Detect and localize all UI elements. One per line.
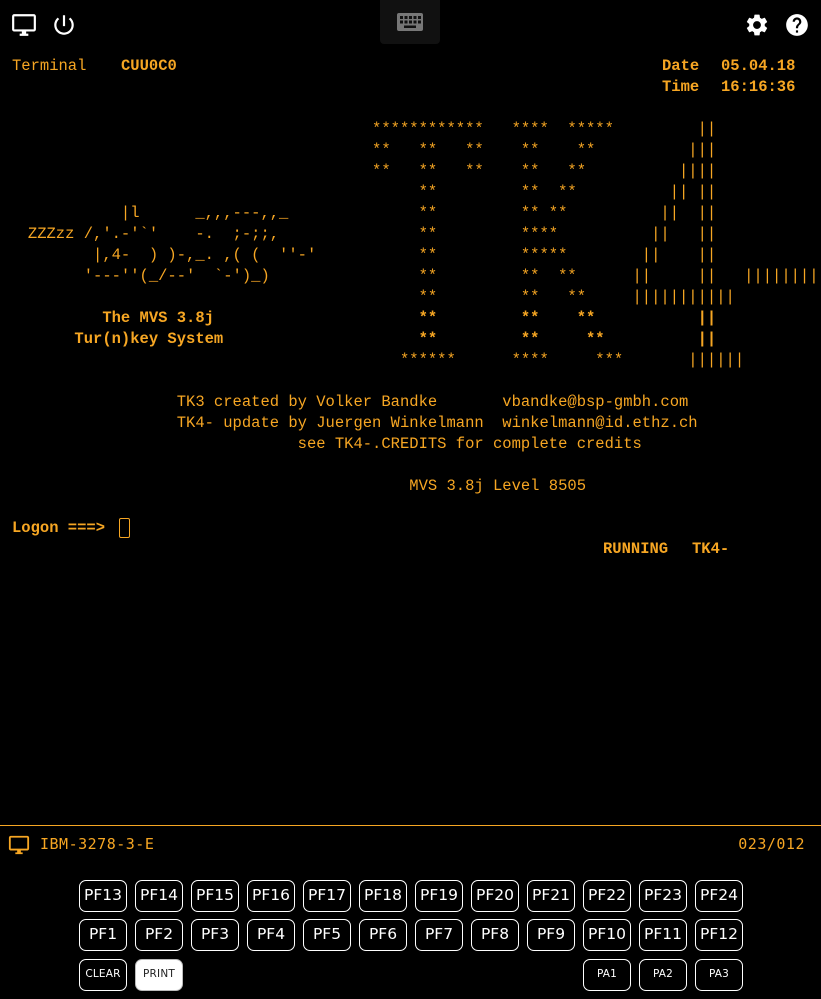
credit-line: see TK4-.CREDITS for complete credits bbox=[0, 435, 642, 453]
pf23-key[interactable]: PF23 bbox=[639, 880, 687, 912]
banner-line: |,4- ) )-,_. ,( ( ''-' ** ***** || || bbox=[0, 246, 717, 264]
pf6-key[interactable]: PF6 bbox=[359, 919, 407, 951]
logon-prompt: Logon ===> bbox=[12, 519, 106, 537]
time-value: 16:16:36 bbox=[721, 78, 796, 96]
pa1-key[interactable]: PA1 bbox=[583, 959, 631, 991]
terminal-model: IBM-3278-3-E bbox=[40, 835, 155, 853]
credit-line: TK3 created by Volker Bandke vbandke@bsp… bbox=[0, 393, 689, 411]
logon-input-cursor[interactable] bbox=[119, 518, 130, 538]
pf2-key[interactable]: PF2 bbox=[135, 919, 183, 951]
terminal-screen[interactable]: Terminal CUU0C0 Date 05.04.18 Time 16:16… bbox=[0, 48, 821, 825]
pa3-key[interactable]: PA3 bbox=[695, 959, 743, 991]
pa2-key[interactable]: PA2 bbox=[639, 959, 687, 991]
pf21-key[interactable]: PF21 bbox=[527, 880, 575, 912]
terminal-id: CUU0C0 bbox=[121, 57, 177, 75]
keyboard-icon bbox=[397, 13, 423, 31]
pf12-key[interactable]: PF12 bbox=[695, 919, 743, 951]
pf10-key[interactable]: PF10 bbox=[583, 919, 631, 951]
gear-icon[interactable] bbox=[744, 12, 770, 38]
monitor-icon bbox=[7, 834, 31, 860]
pf-key-row-lower: PF1 PF2 PF3 PF4 PF5 PF6 PF7 PF8 PF9 PF10… bbox=[0, 919, 821, 951]
pf16-key[interactable]: PF16 bbox=[247, 880, 295, 912]
pf11-key[interactable]: PF11 bbox=[639, 919, 687, 951]
print-key[interactable]: PRINT bbox=[135, 959, 183, 991]
pf22-key[interactable]: PF22 bbox=[583, 880, 631, 912]
pf18-key[interactable]: PF18 bbox=[359, 880, 407, 912]
banner-line: The MVS 3.8j ** ** ** || bbox=[0, 309, 717, 327]
pf1-key[interactable]: PF1 bbox=[79, 919, 127, 951]
pf5-key[interactable]: PF5 bbox=[303, 919, 351, 951]
banner-line: Tur(n)key System ** ** ** || bbox=[0, 330, 717, 348]
credit-line: TK4- update by Juergen Winkelmann winkel… bbox=[0, 414, 698, 432]
pf3-key[interactable]: PF3 bbox=[191, 919, 239, 951]
running-system: TK4- bbox=[692, 540, 730, 558]
control-key-row: CLEAR PRINT PA1 PA2 PA3 bbox=[0, 959, 821, 991]
power-icon[interactable] bbox=[51, 12, 77, 38]
running-label: RUNNING bbox=[603, 540, 669, 558]
banner-line: ************ **** ***** || bbox=[0, 120, 717, 138]
banner-line: ** ** ** ** ** ||| bbox=[0, 141, 717, 159]
pf7-key[interactable]: PF7 bbox=[415, 919, 463, 951]
pf14-key[interactable]: PF14 bbox=[135, 880, 183, 912]
clear-key[interactable]: CLEAR bbox=[79, 959, 127, 991]
banner-line: '---''(_/--' `-')_) ** ** ** || || |||||… bbox=[0, 267, 821, 285]
cursor-position: 023/012 bbox=[738, 835, 805, 853]
banner-line: ** ** ** ||||||||||| bbox=[0, 288, 735, 306]
pf13-key[interactable]: PF13 bbox=[79, 880, 127, 912]
pf4-key[interactable]: PF4 bbox=[247, 919, 295, 951]
pf20-key[interactable]: PF20 bbox=[471, 880, 519, 912]
date-label: Date bbox=[662, 57, 700, 75]
banner-line: |l _,,,---,,_ ** ** ** || || bbox=[0, 204, 717, 222]
help-icon[interactable] bbox=[784, 12, 810, 38]
banner-line: ZZZzz /,'.-'`' -. ;-;;, ** **** || || bbox=[0, 225, 717, 243]
monitor-icon[interactable] bbox=[11, 12, 37, 38]
banner-line: ****** **** *** |||||| bbox=[0, 351, 745, 369]
version-line: MVS 3.8j Level 8505 bbox=[0, 477, 586, 495]
pf-key-row-upper: PF13 PF14 PF15 PF16 PF17 PF18 PF19 PF20 … bbox=[0, 880, 821, 912]
banner-line: ** ** ** ** ** |||| bbox=[0, 162, 717, 180]
keyboard-toggle[interactable] bbox=[380, 0, 440, 44]
terminal-label: Terminal bbox=[12, 57, 87, 75]
pf17-key[interactable]: PF17 bbox=[303, 880, 351, 912]
time-label: Time bbox=[662, 78, 700, 96]
date-value: 05.04.18 bbox=[721, 57, 796, 75]
top-toolbar bbox=[0, 0, 821, 48]
pf9-key[interactable]: PF9 bbox=[527, 919, 575, 951]
pf15-key[interactable]: PF15 bbox=[191, 880, 239, 912]
status-bar: IBM-3278-3-E 023/012 bbox=[0, 826, 821, 860]
pf8-key[interactable]: PF8 bbox=[471, 919, 519, 951]
banner-line: ** ** ** || || bbox=[0, 183, 717, 201]
pf19-key[interactable]: PF19 bbox=[415, 880, 463, 912]
pf24-key[interactable]: PF24 bbox=[695, 880, 743, 912]
